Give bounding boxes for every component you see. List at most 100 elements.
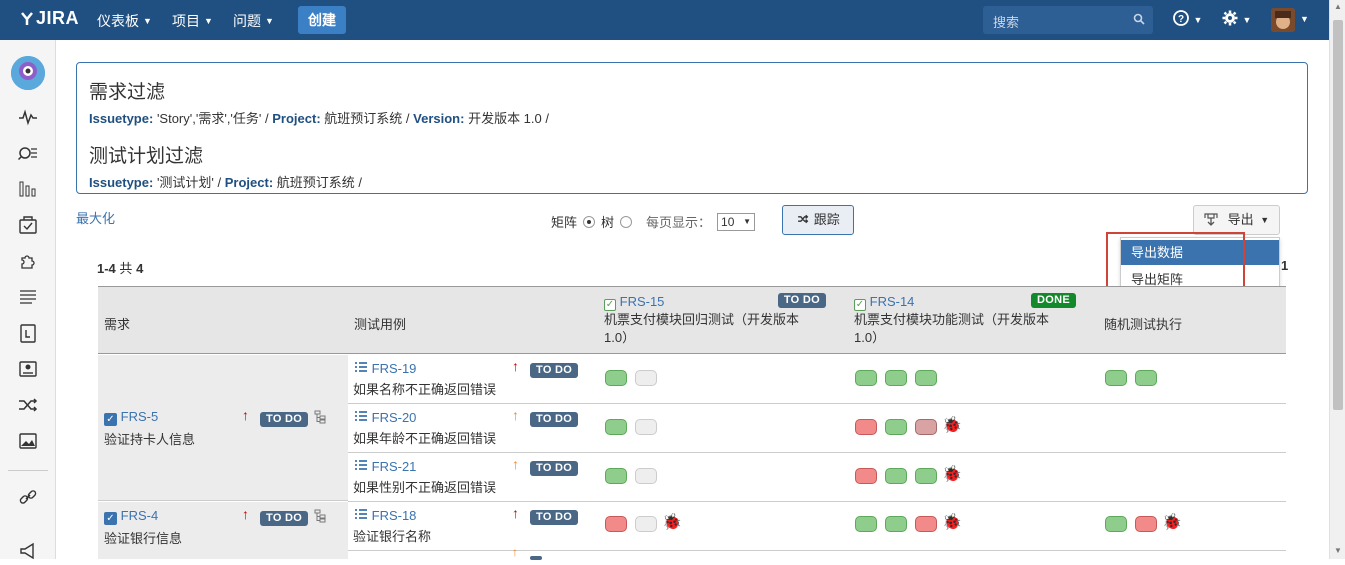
bug-icon[interactable]: 🐞 [942,415,962,435]
execution-pass[interactable] [885,419,907,435]
plan-key[interactable]: FRS-14 [870,294,915,309]
priority-high-icon: ↑ [512,358,519,374]
nav-dashboards[interactable]: 仪表板 ▼ [97,11,152,31]
execution-pass[interactable] [1105,516,1127,532]
bug-icon[interactable]: 🐞 [942,464,962,484]
test-plan-header-2[interactable]: ✓ FRS-14 DONE 机票支付模块功能测试（开发版本 1.0） [854,293,1090,347]
nav-projects[interactable]: 项目 ▼ [172,11,213,31]
id-card-icon[interactable] [17,358,39,380]
link-icon[interactable] [17,486,39,508]
components-icon[interactable] [17,250,39,272]
chevron-down-icon: ▼ [1260,215,1270,225]
gear-icon[interactable]: ▼ [1222,10,1251,31]
page-number[interactable]: 1 [1281,258,1288,273]
nav-issues[interactable]: 问题 ▼ [233,11,274,31]
execution-fail[interactable] [855,419,877,435]
test-plan-icon[interactable] [17,322,39,344]
plan-summary-cont: 1.0） [854,330,886,345]
search-issues-icon[interactable] [17,142,39,164]
execution-fail[interactable] [915,419,937,435]
test-case-icon [355,460,367,470]
test-plan-header-1[interactable]: ✓ FRS-15 TO DO 机票支付模块回归测试（开发版本 1.0） [604,293,840,347]
testcase-key[interactable]: FRS-18 [372,508,417,523]
scroll-down-icon[interactable]: ▼ [1333,546,1343,555]
execution-fail[interactable] [1135,516,1157,532]
bug-icon[interactable]: 🐞 [942,512,962,532]
create-button[interactable]: 创建 [298,6,346,34]
story-icon: ✓ [104,413,117,426]
execution-pass[interactable] [605,370,627,386]
requirement-key[interactable]: FRS-5 [121,409,159,424]
hierarchy-icon[interactable] [314,509,326,526]
testcase-key[interactable]: FRS-19 [372,361,417,376]
chevron-down-icon: ▼ [265,16,274,26]
execution-pass[interactable] [915,370,937,386]
execution-fail[interactable] [605,516,627,532]
search-input[interactable]: 搜索 [983,6,1153,34]
requirement-key[interactable]: FRS-4 [121,508,159,523]
execution-pass[interactable] [855,370,877,386]
plan-key[interactable]: FRS-15 [620,294,665,309]
scroll-thumb[interactable] [1333,20,1343,410]
help-icon[interactable]: ? ▼ [1173,10,1202,31]
vertical-scrollbar[interactable]: ▲ ▼ [1329,0,1345,559]
status-badge [530,556,542,560]
requirement-summary: 验证银行信息 [104,531,183,546]
requirement-row: ✓ FRS-5 验证持卡人信息 ↑ TO DO [98,355,348,501]
execution-pass[interactable] [1135,370,1157,386]
execution-pass[interactable] [855,516,877,532]
execution-pass[interactable] [885,468,907,484]
hierarchy-icon[interactable] [314,410,326,427]
avatar-chevron-icon[interactable]: ▼ [1300,14,1309,24]
execution-unexecuted[interactable] [635,419,657,435]
gallery-icon[interactable] [17,430,39,452]
jira-logo[interactable]: JIRA [20,8,79,29]
execution-pass[interactable] [885,516,907,532]
status-badge: TO DO [530,510,579,525]
status-badge: TO DO [260,511,309,526]
list-view-icon[interactable] [17,286,39,308]
testcase-key-line: FRS-18 [354,508,416,523]
execution-unexecuted[interactable] [635,370,657,386]
track-button[interactable]: 跟踪 [782,205,854,235]
test-plan-icon: ✓ [854,299,866,311]
matrix-radio[interactable] [583,215,596,228]
status-badge: TO DO [260,412,309,427]
execution-unexecuted[interactable] [635,516,657,532]
scroll-up-icon[interactable]: ▲ [1333,2,1343,11]
execution-pass[interactable] [915,468,937,484]
bug-icon[interactable]: 🐞 [662,512,682,532]
export-button[interactable]: 导出 ▼ [1193,205,1280,235]
bug-icon[interactable]: 🐞 [1162,512,1182,532]
col-random-execution: 随机测试执行 [1104,317,1183,332]
execution-pass[interactable] [605,419,627,435]
shuffle-icon[interactable] [17,394,39,416]
chevron-down-icon: ▼ [204,16,213,26]
activity-icon[interactable] [17,106,39,128]
maximize-link[interactable]: 最大化 [76,208,115,227]
sidebar-divider [8,470,48,471]
reports-icon[interactable] [17,178,39,200]
priority-medium-icon: ↑ [512,456,519,472]
priority-high-icon: ↑ [512,505,519,521]
testcase-key[interactable]: FRS-21 [372,459,417,474]
execution-pass[interactable] [885,370,907,386]
project-avatar[interactable] [11,56,45,90]
per-page-select[interactable]: 10 ▼ [717,212,756,231]
execution-unexecuted[interactable] [635,468,657,484]
export-icon [1204,213,1218,226]
releases-icon[interactable] [17,214,39,236]
execution-fail[interactable] [855,468,877,484]
execution-pass[interactable] [1105,370,1127,386]
testcase-summary: 验证银行名称 [353,529,432,544]
matrix-label: 矩阵 [551,215,578,230]
user-avatar[interactable] [1271,8,1295,32]
testcase-cell: FRS-18 验证银行名称 ↑ TO DO [348,502,599,551]
requirement-key-line: ✓ FRS-4 [104,508,158,525]
highlight-box [1106,232,1245,292]
execution-fail[interactable] [915,516,937,532]
tree-radio[interactable] [620,215,633,228]
execution-pass[interactable] [605,468,627,484]
testcase-summary: 如果性别不正确返回错误 [353,480,497,495]
testcase-key[interactable]: FRS-20 [372,410,417,425]
